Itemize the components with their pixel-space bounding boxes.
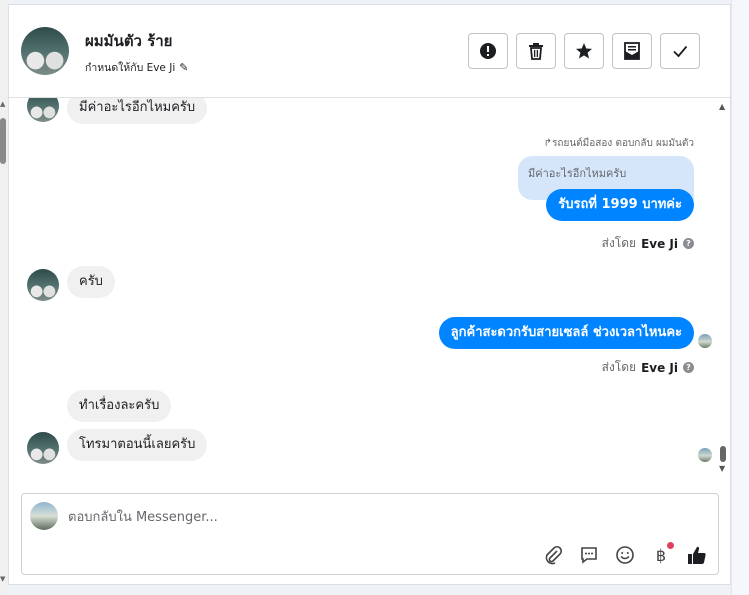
assigned-label: กำหนดให้กับ Eve Ji [85,62,176,74]
scroll-down-arrow-icon[interactable]: ▼ [0,575,5,583]
sent-by-name: Eve Ji [641,360,678,375]
sent-by-prefix: ส่งโดย [601,360,637,374]
message-list[interactable]: มีค่าอะไรอีกไหมครับ ↱รถยนต์มือสอง ตอบกลั… [9,98,730,483]
conversation-panel: ผมมันตัว ร้าย กำหนดให้กับ Eve Ji ✎ มีค่า… [8,4,731,585]
reply-context-text: รถยนต์มือสอง ตอบกลับ ผมมันตัว [552,138,694,149]
sent-by-label: ส่งโดย Eve Ji ? [602,358,694,377]
reply-arrow-icon: ↱ [543,138,553,149]
outgoing-message[interactable]: ลูกค้าสะดวกรับสายเซลล์ ช่วงเวลาไหนคะ [438,317,694,349]
page-scrollbar[interactable]: ▲ ▼ [0,0,8,595]
outgoing-message[interactable]: รับรถที่ 1999 บาทค่ะ [546,189,694,221]
read-receipt-avatar [698,448,712,462]
delete-button[interactable] [516,33,556,69]
contact-name[interactable]: ผมมันตัว ร้าย [85,29,172,53]
incoming-message[interactable]: มีค่าอะไรอีกไหมครับ [67,98,208,124]
message-scrollbar-thumb[interactable] [720,446,726,462]
incoming-message[interactable]: ครับ [67,266,115,298]
composer-toolbar: ฿ [542,542,708,566]
header-actions [468,33,700,69]
sent-by-name: Eve Ji [641,236,678,251]
incoming-message[interactable]: ทำเรื่องละครับ [67,390,172,422]
scroll-up-arrow-icon[interactable]: ▲ [719,102,725,111]
like-button[interactable] [686,544,708,566]
attachment-button[interactable] [542,544,564,566]
scroll-down-arrow-icon[interactable]: ▼ [719,464,725,473]
help-icon[interactable]: ? [683,362,694,373]
follow-up-button[interactable] [564,33,604,69]
spam-button[interactable] [468,33,508,69]
attachment-icon [545,545,563,565]
emoji-icon [616,546,634,564]
payment-button[interactable]: ฿ [650,542,674,566]
page-avatar [30,502,58,530]
pencil-icon[interactable]: ✎ [179,61,188,74]
saved-replies-button[interactable] [578,544,600,566]
saved-reply-icon [581,547,597,564]
read-receipt-avatar [698,334,712,348]
help-icon[interactable]: ? [683,238,694,249]
contact-avatar[interactable] [21,27,69,75]
star-icon [576,43,592,59]
assignee-row[interactable]: กำหนดให้กับ Eve Ji ✎ [85,59,188,76]
like-icon [688,546,706,564]
sender-avatar[interactable] [27,269,59,301]
incoming-message[interactable]: โทรมาตอนนี้เลยครับ [67,429,208,461]
sent-by-prefix: ส่งโดย [601,236,637,250]
sender-avatar[interactable] [27,98,59,122]
check-icon [673,45,688,58]
mark-unread-button[interactable] [612,33,652,69]
conversation-header: ผมมันตัว ร้าย กำหนดให้กับ Eve Ji ✎ [9,5,730,98]
reply-input[interactable] [68,506,668,528]
sender-avatar[interactable] [27,432,59,464]
message-scrollbar[interactable]: ▲ ▼ [718,98,728,483]
sent-by-label: ส่งโดย Eve Ji ? [602,234,694,253]
side-strip [731,0,749,595]
reply-composer: ฿ [21,493,719,575]
reply-context-label: ↱รถยนต์มือสอง ตอบกลับ ผมมันตัว [544,136,694,151]
notification-dot [667,542,674,549]
payment-icon: ฿ [655,545,667,565]
trash-icon [529,43,543,60]
alert-icon [480,43,496,59]
page-scrollbar-thumb[interactable] [0,118,6,164]
done-button[interactable] [660,33,700,69]
scroll-up-arrow-icon[interactable]: ▲ [0,100,5,108]
emoji-button[interactable] [614,544,636,566]
mark-unread-icon [624,42,640,60]
